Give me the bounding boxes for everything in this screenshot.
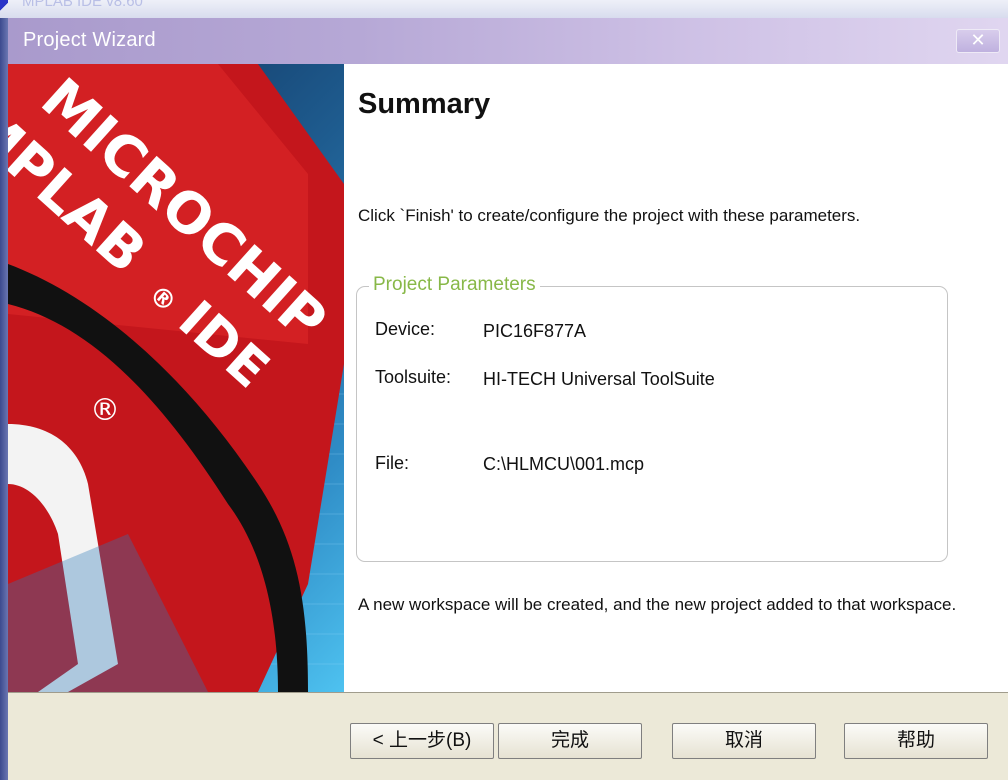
background-window-edge — [0, 18, 8, 780]
cancel-button[interactable]: 取消 — [672, 723, 816, 759]
banner-art: MICROCHIP MPLAB ® IDE ® — [8, 64, 344, 692]
intro-text: Click `Finish' to create/configure the p… — [358, 206, 861, 225]
registered-mark: ® — [90, 393, 120, 428]
mplab-banner-image: MICROCHIP MPLAB ® IDE ® — [8, 64, 344, 692]
file-value: C:\HLMCU\001.mcp — [483, 454, 645, 474]
button-bar: < 上一步(B) 完成 取消 帮助 — [8, 692, 1008, 780]
device-value: PIC16F877A — [483, 321, 587, 341]
close-button[interactable]: ✕ — [956, 29, 1000, 53]
window-title: Project Wizard — [23, 29, 156, 51]
file-label: File: — [375, 453, 410, 473]
background-window-title: MPLAB IDE v8.60 — [22, 0, 143, 10]
device-label: Device: — [375, 319, 436, 339]
workspace-note: A new workspace will be created, and the… — [358, 595, 957, 614]
project-parameters-group: Project Parameters Device: PIC16F877A To… — [356, 274, 948, 562]
project-wizard-dialog: Project Wizard ✕ MICROCHIP MPLAB ® IDE ®… — [8, 18, 1008, 780]
toolsuite-value: HI-TECH Universal ToolSuite — [483, 369, 715, 389]
help-button[interactable]: 帮助 — [844, 723, 988, 759]
pointer-arrow-icon — [0, 0, 8, 14]
back-button[interactable]: < 上一步(B) — [350, 723, 494, 759]
finish-button[interactable]: 完成 — [498, 723, 642, 759]
page-title: Summary — [358, 88, 491, 120]
group-legend: Project Parameters — [369, 274, 540, 296]
background-window-fragment: MPLAB IDE v8.60 — [0, 0, 1008, 18]
close-icon: ✕ — [970, 30, 986, 50]
toolsuite-label: Toolsuite: — [375, 367, 452, 387]
title-bar[interactable]: Project Wizard ✕ — [8, 18, 1008, 64]
